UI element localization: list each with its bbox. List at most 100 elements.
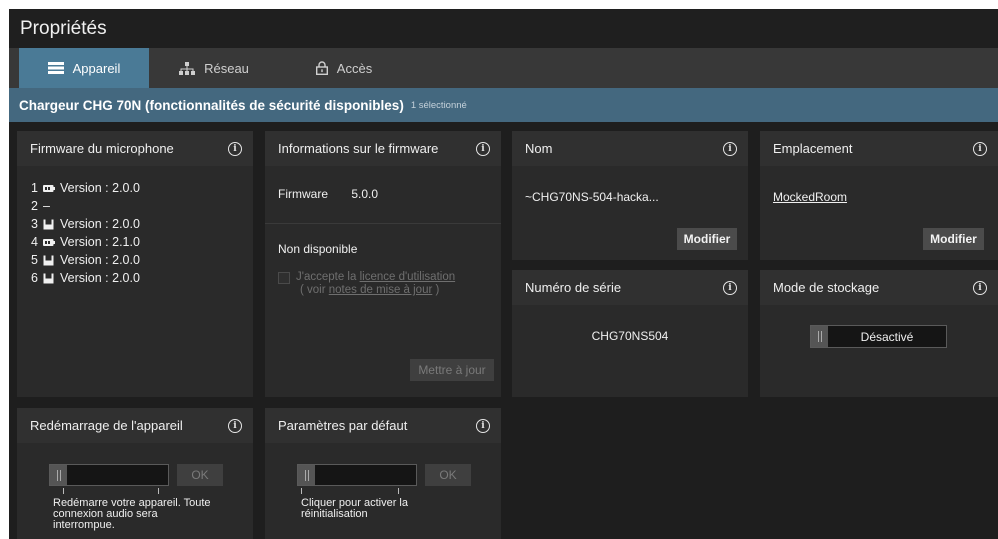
tab-acces[interactable]: Accès xyxy=(279,48,409,88)
tab-label: Réseau xyxy=(204,60,249,76)
info-icon[interactable]: i xyxy=(476,418,490,433)
info-icon[interactable]: i xyxy=(228,141,242,156)
serial-number: CHG70NS504 xyxy=(591,329,669,343)
firmware-label: Firmware xyxy=(278,187,328,201)
slot-number: 6 xyxy=(31,271,38,285)
properties-window: Propriétés Appareil Réseau Accès Chargeu… xyxy=(9,9,998,539)
location-link[interactable]: MockedRoom xyxy=(773,190,847,204)
update-status: Non disponible xyxy=(278,242,358,256)
panel-title: Numéro de série xyxy=(525,280,622,295)
panel-header: Numéro de série i xyxy=(512,270,748,305)
list-item: 3 Version : 2.0.0 xyxy=(31,215,253,233)
license-checkbox[interactable] xyxy=(278,272,290,284)
device-title: Chargeur CHG 70N (fonctionnalités de séc… xyxy=(19,97,404,113)
slider-handle[interactable] xyxy=(50,465,67,485)
list-item: 6 Version : 2.0.0 xyxy=(31,269,253,287)
info-icon[interactable]: i xyxy=(228,418,242,433)
slider-handle[interactable] xyxy=(298,465,315,485)
firmware-version: Version : 2.0.0 xyxy=(60,217,140,231)
panel-title: Paramètres par défaut xyxy=(278,418,408,433)
firmware-version: Version : 2.0.0 xyxy=(60,253,140,267)
device-header: Chargeur CHG 70N (fonctionnalités de séc… xyxy=(9,88,998,122)
toggle-handle[interactable] xyxy=(811,326,828,347)
network-icon xyxy=(179,61,196,75)
info-icon[interactable]: i xyxy=(476,141,490,156)
restart-panel: Redémarrage de l'appareil i OK Redémarre… xyxy=(17,408,253,539)
selection-count: 1 sélectionné xyxy=(410,99,467,111)
panel-title: Nom xyxy=(525,141,553,156)
slot-number: 2 xyxy=(31,199,38,213)
handheld-mic-icon xyxy=(43,273,57,284)
firmware-version-row: Firmware 5.0.0 xyxy=(278,187,378,201)
panel-header: Nom i xyxy=(512,131,748,166)
reset-note: Cliquer pour activer la réinitialisation xyxy=(301,497,408,520)
list-item: 2 – xyxy=(31,197,253,215)
slider-ticks xyxy=(301,488,401,494)
panel-header: Mode de stockage i xyxy=(760,270,998,305)
slot-number: 4 xyxy=(31,235,38,249)
firmware-version: Version : 2.0.0 xyxy=(60,181,140,195)
slider-ticks xyxy=(63,488,163,494)
reset-ok-button[interactable]: OK xyxy=(425,464,471,486)
info-icon[interactable]: i xyxy=(723,141,737,156)
tab-label: Appareil xyxy=(72,60,121,76)
restart-note: Redémarre votre appareil. Toute connexio… xyxy=(53,497,211,531)
mic-firmware-list: 1 Version : 2.0.0 2 – 3 Version : 2.0.0 … xyxy=(17,166,253,287)
reset-slider[interactable] xyxy=(297,464,417,486)
info-icon[interactable]: i xyxy=(723,280,737,295)
panel-header: Emplacement i xyxy=(760,131,998,166)
storage-mode-panel: Mode de stockage i Désactivé xyxy=(760,270,998,397)
panel-header: Paramètres par défaut i xyxy=(265,408,501,443)
slot-number: 5 xyxy=(31,253,38,267)
panel-title: Mode de stockage xyxy=(773,280,880,295)
window-title: Propriétés xyxy=(20,17,107,39)
handheld-mic-icon xyxy=(43,219,57,230)
name-panel: Nom i ~CHG70NS-504-hacka... Modifier xyxy=(512,131,748,260)
list-item: 4 Version : 2.1.0 xyxy=(31,233,253,251)
panel-title: Informations sur le firmware xyxy=(278,141,439,156)
slot-number: 3 xyxy=(31,217,38,231)
device-icon xyxy=(47,62,64,74)
defaults-panel: Paramètres par défaut i OK Cliquer pour … xyxy=(265,408,501,539)
firmware-value: 5.0.0 xyxy=(351,187,379,201)
title-bar: Propriétés xyxy=(9,9,998,48)
firmware-version: Version : 2.0.0 xyxy=(60,271,140,285)
battery-pack-icon xyxy=(43,238,57,246)
panel-title: Emplacement xyxy=(773,141,853,156)
toggle-state: Désactivé xyxy=(860,329,914,344)
divider xyxy=(265,223,501,224)
tab-appareil[interactable]: Appareil xyxy=(19,48,149,88)
firmware-version: – xyxy=(43,199,50,213)
update-button[interactable]: Mettre à jour xyxy=(410,359,494,381)
lock-icon xyxy=(315,61,328,75)
firmware-version: Version : 2.1.0 xyxy=(60,235,140,249)
slot-number: 1 xyxy=(31,181,38,195)
device-name: ~CHG70NS-504-hacka... xyxy=(525,190,659,204)
release-notes-link[interactable]: notes de mise à jour xyxy=(329,284,433,296)
panel-title: Redémarrage de l'appareil xyxy=(30,418,183,433)
restart-ok-button[interactable]: OK xyxy=(177,464,223,486)
tab-label: Accès xyxy=(336,60,373,76)
panel-header: Informations sur le firmware i xyxy=(265,131,501,166)
handheld-mic-icon xyxy=(43,255,57,266)
mic-firmware-panel: Firmware du microphone i 1 Version : 2.0… xyxy=(17,131,253,397)
list-item: 1 Version : 2.0.0 xyxy=(31,179,253,197)
modify-name-button[interactable]: Modifier xyxy=(677,228,737,250)
license-link[interactable]: licence d'utilisation xyxy=(360,271,456,283)
modify-location-button[interactable]: Modifier xyxy=(923,228,984,250)
battery-pack-icon xyxy=(43,184,57,192)
storage-mode-toggle[interactable]: Désactivé xyxy=(810,325,947,348)
panel-header: Firmware du microphone i xyxy=(17,131,253,166)
restart-slider[interactable] xyxy=(49,464,169,486)
list-item: 5 Version : 2.0.0 xyxy=(31,251,253,269)
firmware-info-panel: Informations sur le firmware i Firmware … xyxy=(265,131,501,397)
panel-title: Firmware du microphone xyxy=(30,141,174,156)
info-icon[interactable]: i xyxy=(973,141,987,156)
panel-header: Redémarrage de l'appareil i xyxy=(17,408,253,443)
location-panel: Emplacement i MockedRoom Modifier xyxy=(760,131,998,260)
serial-panel: Numéro de série i CHG70NS504 xyxy=(512,270,748,397)
tab-bar: Appareil Réseau Accès xyxy=(9,48,998,88)
info-icon[interactable]: i xyxy=(973,280,987,295)
license-text: J'accepte la licence d'utilisation ( voi… xyxy=(296,271,456,296)
tab-reseau[interactable]: Réseau xyxy=(149,48,279,88)
